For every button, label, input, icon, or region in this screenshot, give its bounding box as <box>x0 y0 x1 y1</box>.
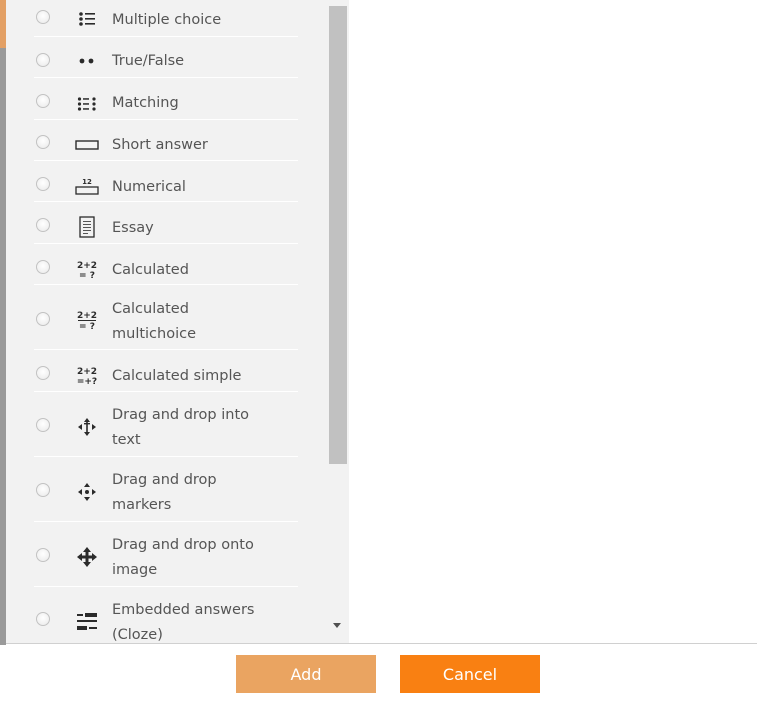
option-embedded-answers[interactable]: Embedded answers (Cloze) <box>34 587 298 645</box>
radio-drag-drop-text[interactable] <box>36 418 50 432</box>
option-label: Drag and drop onto image <box>112 537 254 578</box>
option-short-answer[interactable]: Short answer <box>34 120 298 161</box>
radio-multiple-choice[interactable] <box>36 10 50 24</box>
radio-matching[interactable] <box>36 94 50 108</box>
svg-text:=+?: =+? <box>77 377 97 386</box>
svg-text:= ?: = ? <box>79 322 95 331</box>
multiple-choice-icon <box>74 8 100 30</box>
option-label: Multiple choice <box>112 12 222 28</box>
matching-icon <box>74 93 100 115</box>
scrollbar[interactable] <box>327 0 349 645</box>
radio-drag-drop-markers[interactable] <box>36 483 50 497</box>
embedded-answers-icon <box>74 610 100 632</box>
svg-text:2+2: 2+2 <box>77 311 97 321</box>
radio-calculated[interactable] <box>36 260 50 274</box>
add-button[interactable]: Add <box>236 655 376 693</box>
radio-calculated-multichoice[interactable] <box>36 312 50 326</box>
dialog-footer: Add Cancel <box>6 643 757 702</box>
calculated-multichoice-icon: 2+2 = ? <box>74 309 100 331</box>
option-label: Numerical <box>112 179 186 195</box>
drag-drop-text-icon <box>74 416 100 438</box>
option-drag-drop-text[interactable]: Drag and drop into text <box>34 392 298 457</box>
option-calculated[interactable]: 2+2 = ? Calculated <box>34 244 298 285</box>
option-label: Drag and drop into text <box>112 407 250 448</box>
svg-text:2+2: 2+2 <box>77 367 97 377</box>
svg-text:= ?: = ? <box>79 271 95 280</box>
option-label: Embedded answers (Cloze) <box>112 602 255 643</box>
option-label: Matching <box>112 95 179 111</box>
radio-embedded-answers[interactable] <box>36 612 50 626</box>
drag-drop-markers-icon <box>74 481 100 503</box>
svg-text:2+2: 2+2 <box>77 261 97 271</box>
cancel-button[interactable]: Cancel <box>400 655 540 693</box>
radio-drag-drop-image[interactable] <box>36 548 50 562</box>
calculated-simple-icon: 2+2 =+? <box>74 364 100 386</box>
option-label: Calculated multichoice <box>112 301 197 342</box>
option-label: Calculated <box>112 262 189 278</box>
option-multiple-choice[interactable]: Multiple choice <box>34 0 298 37</box>
short-answer-icon <box>74 134 100 156</box>
option-label: Essay <box>112 220 154 236</box>
scroll-down-arrow-icon[interactable] <box>333 623 341 628</box>
scrollbar-thumb[interactable] <box>329 6 347 464</box>
true-false-icon <box>74 50 100 72</box>
option-calculated-multichoice[interactable]: 2+2 = ? Calculated multichoice <box>34 285 298 350</box>
option-label: Calculated simple <box>112 368 242 384</box>
numerical-icon: 12 <box>74 175 100 197</box>
option-essay[interactable]: Essay <box>34 202 298 244</box>
option-label: Drag and drop markers <box>112 472 217 513</box>
radio-numerical[interactable] <box>36 177 50 191</box>
option-calculated-simple[interactable]: 2+2 =+? Calculated simple <box>34 350 298 392</box>
radio-short-answer[interactable] <box>36 135 50 149</box>
option-label: Short answer <box>112 137 208 153</box>
essay-icon <box>74 216 100 238</box>
option-label: True/False <box>112 53 185 69</box>
question-type-list-panel[interactable]: Multiple choice True/False Matching Shor… <box>6 0 349 645</box>
radio-calculated-simple[interactable] <box>36 366 50 380</box>
calculated-icon: 2+2 = ? <box>74 258 100 280</box>
drag-drop-image-icon <box>74 546 100 568</box>
option-drag-drop-image[interactable]: Drag and drop onto image <box>34 522 298 587</box>
question-type-list[interactable]: Multiple choice True/False Matching Shor… <box>6 0 326 645</box>
option-matching[interactable]: Matching <box>34 78 298 120</box>
option-numerical[interactable]: 12 Numerical <box>34 161 298 202</box>
option-true-false[interactable]: True/False <box>34 37 298 78</box>
option-drag-drop-markers[interactable]: Drag and drop markers <box>34 457 298 522</box>
radio-essay[interactable] <box>36 218 50 232</box>
numerical-icon-text: 12 <box>82 178 92 186</box>
radio-true-false[interactable] <box>36 53 50 67</box>
